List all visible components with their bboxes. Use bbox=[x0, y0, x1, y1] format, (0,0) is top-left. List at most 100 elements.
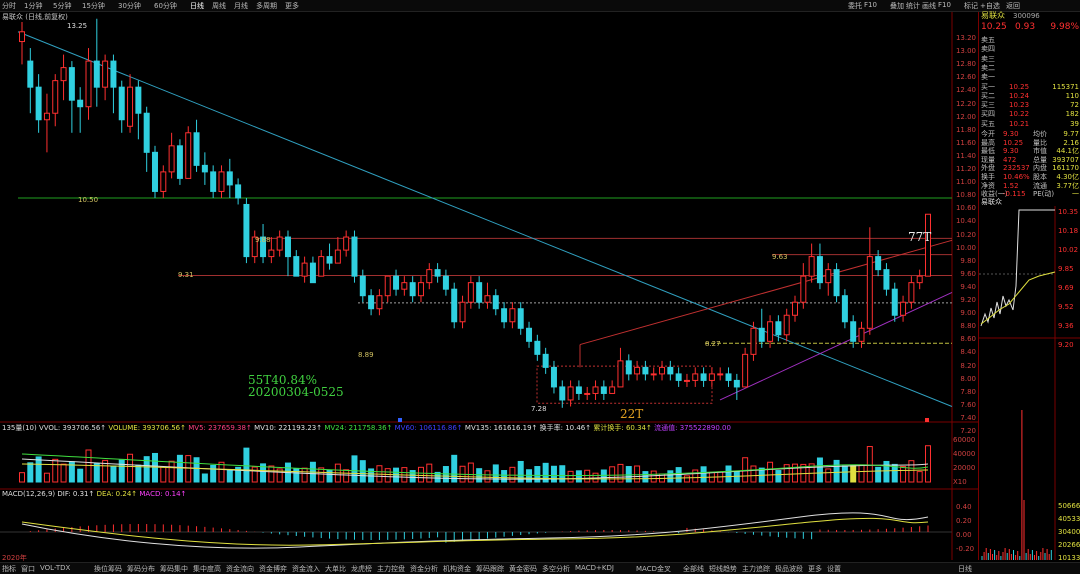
volume-bar bbox=[301, 467, 308, 483]
candle-body bbox=[617, 360, 624, 388]
price-tick: 13.00 bbox=[955, 47, 976, 56]
top-tab[interactable]: 15分钟 bbox=[82, 1, 105, 11]
order-book-row: 买三 10.23 72 bbox=[981, 101, 1079, 110]
volume-bar bbox=[226, 470, 233, 483]
volume-bar bbox=[19, 472, 25, 483]
top-right-tab[interactable]: 统计 bbox=[906, 1, 920, 11]
candle-body bbox=[634, 366, 641, 375]
volume-bar bbox=[700, 466, 707, 483]
price-tick: 11.40 bbox=[955, 151, 976, 160]
price-tick: 10.20 bbox=[955, 230, 976, 239]
candle-body bbox=[284, 236, 291, 258]
candle-body bbox=[309, 262, 316, 284]
candle-body bbox=[467, 282, 474, 303]
price-tick: 9.40 bbox=[960, 282, 976, 291]
candle-body bbox=[168, 145, 175, 173]
price-tick: 12.40 bbox=[955, 86, 976, 95]
candle-body bbox=[825, 269, 832, 284]
candle-body bbox=[442, 275, 449, 290]
bottom-tab[interactable]: VOL-TDX bbox=[40, 564, 70, 572]
mini-volume-tick: 40533 bbox=[1058, 515, 1080, 523]
chart-title: 易联众 (日线,前复权) bbox=[2, 13, 68, 21]
price-tick: 13.20 bbox=[955, 34, 976, 42]
candle-body bbox=[683, 379, 690, 382]
candle-body bbox=[526, 327, 533, 342]
event-marker bbox=[398, 418, 402, 422]
candle-body bbox=[110, 60, 117, 88]
quote-stat-row: 最高 10.25 量比 2.16 bbox=[981, 138, 1079, 147]
volume-bar bbox=[841, 465, 848, 483]
annotation-dates: 20200304-0525 bbox=[248, 385, 344, 399]
top-tab[interactable]: 更多 bbox=[285, 1, 299, 11]
kline-chart[interactable] bbox=[0, 12, 978, 560]
volume-bar bbox=[575, 470, 582, 483]
top-right-tab[interactable]: 返回 bbox=[1006, 1, 1020, 11]
trend-line-down bbox=[17, 31, 953, 407]
top-right-tab[interactable]: 画线 bbox=[922, 1, 936, 11]
mini-price-tick: 9.36 bbox=[1058, 322, 1074, 330]
macd-tick: 0.40 bbox=[956, 503, 972, 511]
quote-stat-row: 净资 1.52 流通 3.77亿 bbox=[981, 181, 1079, 190]
candle-body bbox=[459, 301, 466, 323]
order-book-row: 买一 10.25 115371 bbox=[981, 82, 1079, 91]
candle-body bbox=[151, 151, 158, 192]
top-tab[interactable]: 日线 bbox=[190, 1, 204, 11]
top-right-tab[interactable]: +自选 bbox=[980, 1, 1000, 11]
candle-body bbox=[875, 256, 882, 271]
candle-body bbox=[135, 86, 142, 114]
annotation-22t: 22T bbox=[620, 407, 644, 421]
candle-body bbox=[77, 99, 84, 108]
top-tab[interactable]: 月线 bbox=[234, 1, 248, 11]
price-tick: 8.40 bbox=[960, 348, 976, 357]
top-right-tab[interactable]: 叠加 bbox=[890, 1, 904, 11]
volume-bar bbox=[725, 465, 732, 483]
top-tab[interactable]: 60分钟 bbox=[154, 1, 177, 11]
volume-bar bbox=[650, 470, 657, 483]
candle-body bbox=[43, 112, 50, 121]
top-tab[interactable]: 分时 bbox=[2, 1, 16, 11]
stock-code: 300096 bbox=[1013, 12, 1040, 20]
candle-body bbox=[625, 360, 632, 375]
level-label-827: 8.27 bbox=[705, 340, 721, 348]
top-right-tab[interactable]: 委托 bbox=[848, 1, 862, 11]
candle-body bbox=[19, 31, 25, 43]
top-right-tab[interactable]: F10 bbox=[938, 1, 951, 9]
candle-body bbox=[783, 314, 790, 336]
top-tab[interactable]: 1分钟 bbox=[24, 1, 42, 11]
price-tick: 9.60 bbox=[960, 269, 976, 278]
candle-body bbox=[27, 60, 34, 88]
top-tab[interactable]: 30分钟 bbox=[118, 1, 141, 11]
volume-bar bbox=[351, 455, 358, 483]
top-right-tab[interactable]: F10 bbox=[864, 1, 877, 9]
candle-body bbox=[276, 236, 283, 251]
order-book-row: 卖一 bbox=[981, 73, 995, 82]
top-tab[interactable]: 周线 bbox=[212, 1, 226, 11]
bottom-tab[interactable]: MACD+KDJ bbox=[575, 564, 614, 572]
volume-bar bbox=[243, 447, 250, 483]
candle-body bbox=[775, 321, 782, 336]
volume-bar bbox=[567, 470, 574, 483]
top-tab[interactable]: 5分钟 bbox=[53, 1, 71, 11]
price-tick: 8.00 bbox=[960, 374, 976, 383]
candle-body bbox=[409, 282, 416, 297]
volume-bar bbox=[550, 465, 557, 483]
volume-bar bbox=[625, 466, 632, 483]
candle-body bbox=[185, 132, 192, 179]
volume-bar bbox=[77, 468, 84, 483]
volume-bar bbox=[825, 468, 832, 483]
volume-bar bbox=[584, 469, 591, 483]
candle-body bbox=[592, 386, 599, 394]
candle-body bbox=[501, 308, 508, 323]
price-tick: 9.00 bbox=[960, 309, 976, 318]
volume-bar bbox=[642, 471, 649, 483]
volume-bar bbox=[476, 468, 483, 483]
quote-panel: 易联众 300096 10.25 0.93 9.98% 卖五 卖四 卖三 卖二 卖一 买一… bbox=[978, 12, 1080, 562]
price-tick: 7.20 bbox=[960, 427, 976, 435]
volume-bar bbox=[218, 461, 225, 483]
volume-bar bbox=[667, 470, 674, 483]
volume-bar bbox=[883, 460, 890, 483]
candle-body bbox=[534, 340, 541, 355]
top-tab[interactable]: 多周期 bbox=[256, 1, 277, 11]
top-right-tab[interactable]: 标记 bbox=[964, 1, 978, 11]
price-tick: 12.80 bbox=[955, 60, 976, 69]
